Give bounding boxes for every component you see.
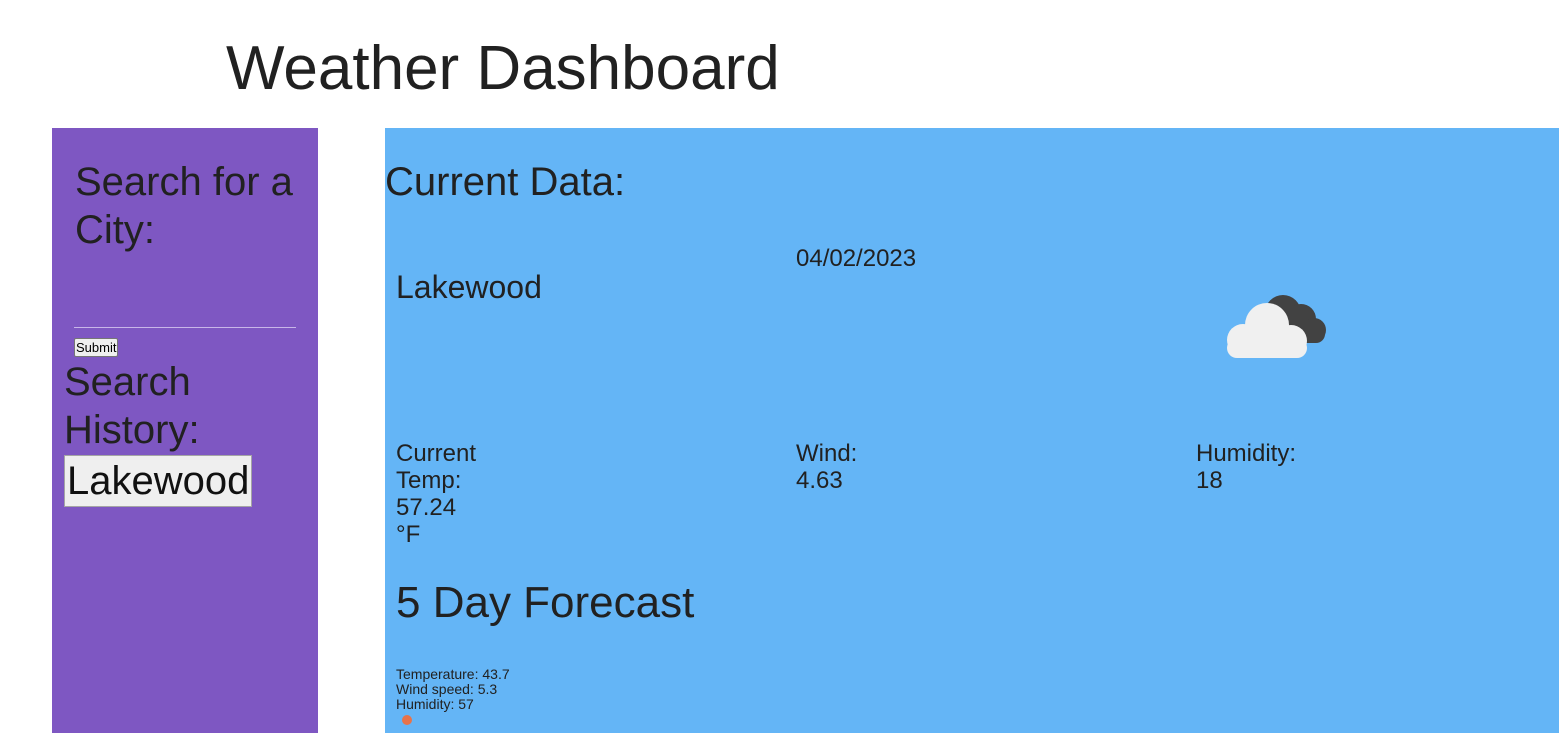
forecast-card: Temperature: 43.7 Wind speed: 5.3 Humidi… [396, 667, 510, 712]
forecast-weather-icon [402, 715, 412, 725]
current-wind-value: 4.63 [796, 467, 843, 494]
current-temp-label: Current Temp: [396, 440, 477, 494]
current-wind-label: Wind: [796, 440, 858, 467]
current-temp-unit: °F [396, 521, 421, 548]
search-history-list: Lakewood [64, 455, 253, 507]
current-date: 04/02/2023 [796, 245, 917, 272]
forecast-heading: 5 Day Forecast [396, 578, 695, 627]
current-humidity-value: 18 [1196, 467, 1223, 494]
current-wind: Wind: 4.63 [796, 440, 857, 494]
page: Weather Dashboard Search for a City: Sub… [0, 0, 1559, 733]
current-temp-value: 57.24 [396, 494, 457, 521]
search-history-heading: Search History: [64, 360, 200, 452]
history-item-lakewood[interactable]: Lakewood [64, 455, 253, 507]
submit-button[interactable]: Submit [74, 338, 119, 357]
current-humidity: Humidity: 18 [1196, 440, 1296, 494]
current-temp: Current Temp: 57.24 °F [396, 440, 476, 548]
search-heading: Search for a City: [75, 160, 293, 252]
forecast-humidity: Humidity: 57 [396, 696, 474, 712]
current-data-heading: Current Data: [385, 160, 626, 204]
sidebar: Search for a City: Submit Search History… [52, 128, 318, 733]
forecast-wind: Wind speed: 5.3 [396, 681, 498, 697]
forecast-temperature: Temperature: 43.7 [396, 666, 510, 682]
cloudy-icon [1227, 295, 1326, 358]
page-title: Weather Dashboard [226, 34, 780, 103]
main-panel: Current Data: Lakewood 04/02/2023 Curren… [385, 128, 1559, 733]
current-city-name: Lakewood [396, 269, 542, 305]
city-search-input[interactable] [74, 303, 296, 328]
current-humidity-label: Humidity: [1196, 440, 1297, 467]
